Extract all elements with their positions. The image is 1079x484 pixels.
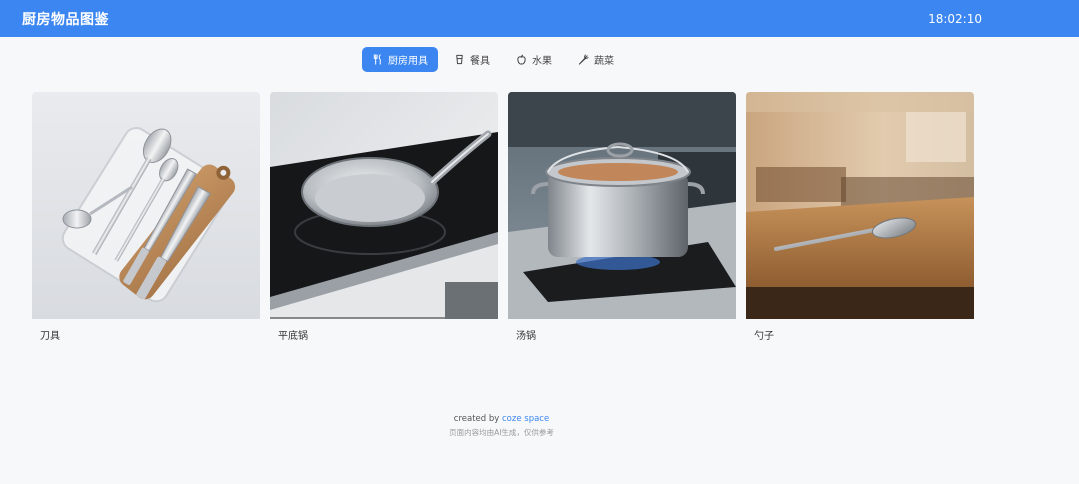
- footer-created-by: created by: [453, 414, 502, 424]
- apple-icon: [516, 54, 527, 65]
- tab-vegetables[interactable]: 蔬菜: [568, 47, 624, 72]
- clock: 18:02:10: [928, 11, 982, 26]
- carrot-icon: [578, 54, 589, 65]
- item-grid: 刀具 平底锅 汤锅 勺子: [32, 92, 974, 342]
- item-card[interactable]: 平底锅: [270, 92, 498, 342]
- tab-kitchen-tools[interactable]: 厨房用具: [362, 47, 438, 72]
- item-label: 平底锅: [278, 331, 308, 342]
- tab-label: 厨房用具: [388, 56, 428, 67]
- item-card[interactable]: 勺子: [746, 92, 974, 342]
- item-card[interactable]: 汤锅: [508, 92, 736, 342]
- app-title: 厨房物品图鉴: [22, 11, 109, 28]
- cup-icon: [454, 54, 465, 65]
- utensils-icon: [372, 54, 383, 65]
- item-label: 勺子: [754, 331, 774, 342]
- footer-disclaimer: 页面内容均由AI生成，仅供参考: [449, 428, 554, 437]
- tab-tableware[interactable]: 餐具: [444, 47, 500, 72]
- category-tabs: 厨房用具 餐具 水果 蔬菜: [362, 47, 624, 72]
- tab-label: 餐具: [470, 56, 490, 67]
- item-card[interactable]: 刀具: [32, 92, 260, 342]
- item-label: 刀具: [40, 331, 60, 342]
- stock-pot-image: [508, 92, 736, 319]
- app-header: 厨房物品图鉴 18:02:10: [0, 0, 1079, 37]
- footer-brand-link[interactable]: coze space: [502, 414, 549, 424]
- item-label: 汤锅: [516, 331, 536, 342]
- frying-pan-image: [270, 92, 498, 319]
- knife-set-image: [32, 92, 260, 319]
- tab-label: 水果: [532, 56, 552, 67]
- spoon-image: [746, 92, 974, 319]
- tab-fruits[interactable]: 水果: [506, 47, 562, 72]
- footer-credit: created by coze space: [0, 414, 1003, 424]
- tab-label: 蔬菜: [594, 56, 614, 67]
- page-footer: created by coze space 页面内容均由AI生成，仅供参考: [0, 414, 1003, 438]
